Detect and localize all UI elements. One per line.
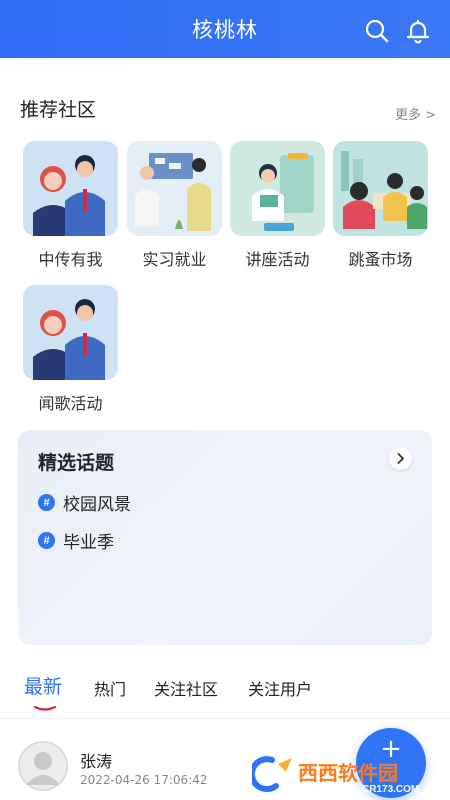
bell-icon[interactable] bbox=[405, 18, 431, 44]
feed-tabs: 最新 热门 关注社区 关注用户 bbox=[0, 670, 450, 718]
post-timestamp: 2022-04-26 17:06:42 bbox=[80, 773, 208, 787]
tab-followed-users[interactable]: 关注用户 bbox=[248, 676, 312, 700]
active-tab-indicator bbox=[34, 706, 56, 711]
watermark-logo: 西西软件园 CR173.COM bbox=[252, 756, 419, 795]
post-author-name[interactable]: 张涛 bbox=[80, 748, 112, 772]
hash-icon: # bbox=[38, 494, 55, 511]
community-thumbnail bbox=[333, 141, 428, 236]
search-icon[interactable] bbox=[364, 18, 390, 44]
community-item[interactable]: 讲座活动 bbox=[230, 141, 325, 270]
more-link[interactable]: 更多 > bbox=[395, 104, 436, 123]
watermark-sub-text: CR173.COM bbox=[362, 784, 419, 795]
topic-label: 校园风景 bbox=[63, 495, 131, 515]
community-label: 讲座活动 bbox=[245, 250, 310, 269]
community-label: 跳蚤市场 bbox=[348, 250, 413, 269]
topic-label: 毕业季 bbox=[63, 533, 114, 553]
topic-item[interactable]: # 校园风景 bbox=[38, 490, 131, 515]
community-thumbnail bbox=[23, 285, 118, 380]
community-item[interactable]: 闻歌活动 bbox=[23, 285, 118, 414]
featured-topics-card: 精选话题 # 校园风景 # 毕业季 bbox=[18, 430, 432, 645]
community-item[interactable]: 实习就业 bbox=[127, 141, 222, 270]
app-header: 核桃林 bbox=[0, 0, 450, 58]
featured-topics-title: 精选话题 bbox=[38, 452, 115, 474]
community-label: 中传有我 bbox=[38, 250, 103, 269]
community-item[interactable]: 中传有我 bbox=[23, 141, 118, 270]
tab-hot[interactable]: 热门 bbox=[94, 676, 126, 700]
avatar[interactable] bbox=[18, 741, 68, 791]
community-label: 闻歌活动 bbox=[38, 394, 103, 413]
topics-more-button[interactable] bbox=[389, 447, 412, 470]
user-silhouette-icon bbox=[18, 741, 68, 791]
community-item[interactable]: 跳蚤市场 bbox=[333, 141, 428, 270]
community-label: 实习就业 bbox=[142, 250, 207, 269]
community-thumbnail bbox=[23, 141, 118, 236]
hash-icon: # bbox=[38, 532, 55, 549]
divider bbox=[0, 718, 450, 719]
tab-followed-communities[interactable]: 关注社区 bbox=[154, 676, 218, 700]
community-thumbnail bbox=[230, 141, 325, 236]
topic-item[interactable]: # 毕业季 bbox=[38, 528, 114, 553]
watermark-main-text: 西西软件园 bbox=[298, 761, 398, 785]
community-thumbnail bbox=[127, 141, 222, 236]
chevron-right-icon bbox=[397, 453, 404, 464]
recommended-section-title: 推荐社区 bbox=[20, 99, 97, 121]
tab-latest[interactable]: 最新 bbox=[24, 672, 62, 699]
